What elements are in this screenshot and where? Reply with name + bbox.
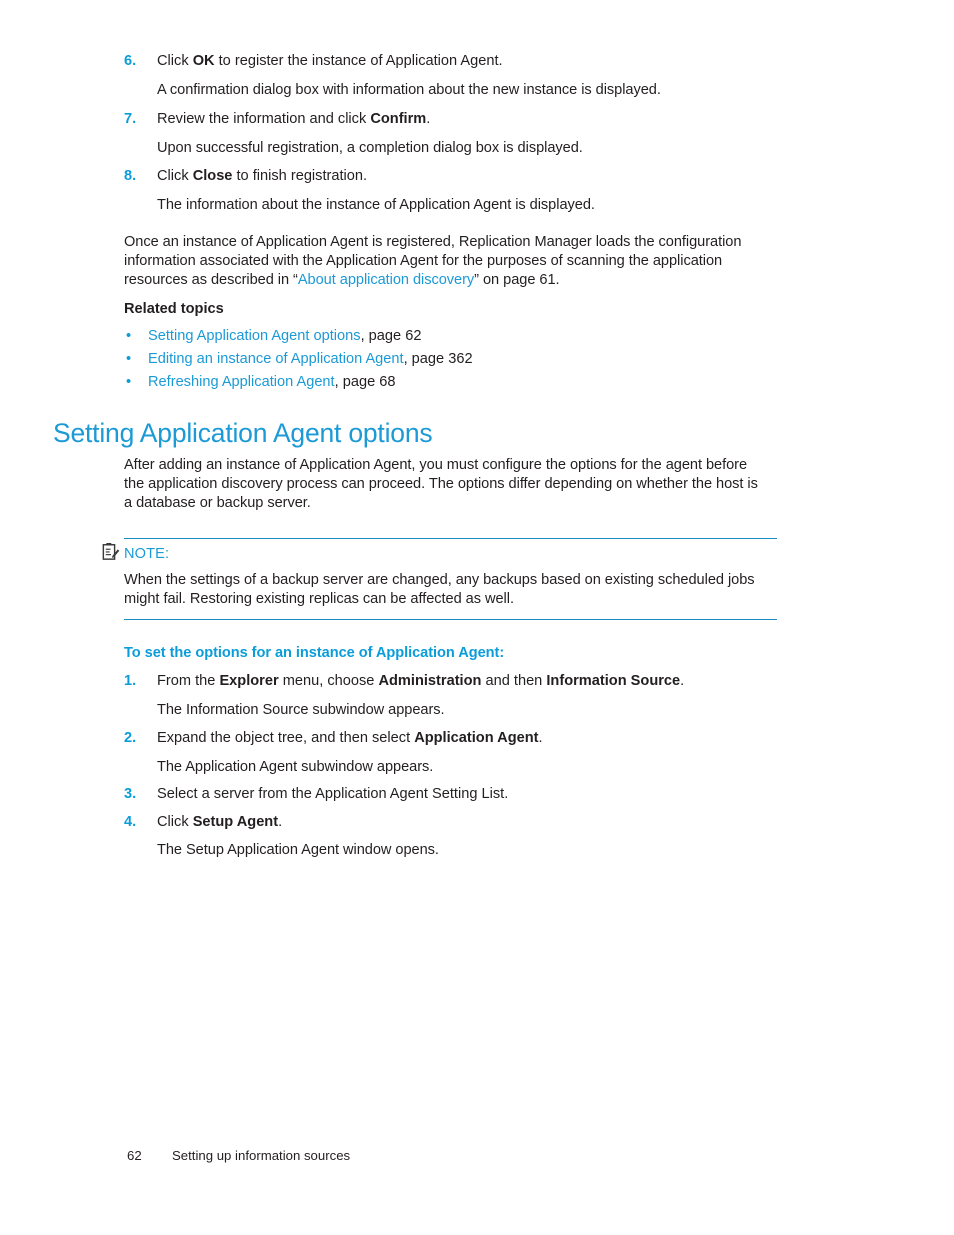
step-text-part: to register the instance of Application … (214, 53, 503, 69)
link-editing-an-instance-of-application-agent[interactable]: Editing an instance of Application Agent (148, 351, 404, 367)
step-text-bold: Administration (378, 673, 482, 689)
step-result: A confirmation dialog box with informati… (157, 82, 661, 98)
step-text-part: From the (157, 673, 220, 689)
link-setting-application-agent-options[interactable]: Setting Application Agent options (148, 328, 361, 344)
list-item-suffix: , page 68 (334, 374, 396, 390)
step-number: 7. (124, 111, 137, 127)
step-result: Upon successful registration, a completi… (157, 140, 583, 156)
intro-paragraph-line: resources as described in “About applica… (124, 271, 560, 290)
bullet-icon: • (126, 351, 132, 367)
step-text-part: Review the information and click (157, 111, 371, 127)
step-text-bold: Explorer (219, 673, 279, 689)
step-text-part: menu, choose (278, 673, 379, 689)
list-item-suffix: , page 362 (403, 351, 473, 367)
step-number: 4. (124, 814, 137, 830)
related-topics-heading: Related topics (124, 301, 224, 317)
note-bottom-divider (124, 619, 777, 620)
step-number: 3. (124, 786, 137, 802)
step-text-part: to finish registration. (232, 168, 368, 184)
footer-page-number: 62 (127, 1148, 142, 1163)
step-text-part: Click (157, 814, 193, 830)
note-top-divider (124, 538, 777, 539)
intro-text-part: resources as described in “ (124, 272, 298, 288)
list-item-content: Setting Application Agent options, page … (148, 327, 421, 346)
step-text-part: . (426, 111, 431, 127)
procedure-heading: To set the options for an instance of Ap… (124, 645, 505, 661)
intro-paragraph-line: information associated with the Applicat… (124, 253, 723, 269)
note-pencil-icon (102, 542, 120, 561)
link-about-application-discovery[interactable]: About application discovery (298, 272, 474, 288)
list-item-content: Refreshing Application Agent, page 68 (148, 373, 395, 392)
step-result: The Application Agent subwindow appears. (157, 759, 434, 775)
step-number: 8. (124, 168, 137, 184)
section-paragraph-line: the application discovery process can pr… (124, 476, 758, 492)
step-text-part: and then (481, 673, 547, 689)
step-number: 6. (124, 53, 137, 69)
step-text: From the Explorer menu, choose Administr… (157, 672, 684, 691)
link-refreshing-application-agent[interactable]: Refreshing Application Agent (148, 374, 335, 390)
step-result: The Setup Application Agent window opens… (157, 842, 439, 858)
step-text-part: . (538, 730, 543, 746)
section-paragraph-line: After adding an instance of Application … (124, 457, 748, 473)
note-text-line: When the settings of a backup server are… (124, 572, 755, 588)
step-text-part: Click (157, 53, 193, 69)
step-number: 2. (124, 730, 137, 746)
step-text-bold: Close (192, 168, 233, 184)
step-result: The Information Source subwindow appears… (157, 702, 445, 718)
step-text-bold: Application Agent (414, 730, 539, 746)
step-text: Review the information and click Confirm… (157, 110, 430, 129)
page-title: Setting Application Agent options (53, 418, 433, 448)
footer-title: Setting up information sources (172, 1148, 351, 1163)
step-text: Click Setup Agent. (157, 813, 282, 832)
note-label: NOTE: (124, 546, 170, 562)
step-result: The information about the instance of Ap… (157, 197, 595, 213)
step-text-bold: OK (192, 53, 215, 69)
step-text-part: Click (157, 168, 193, 184)
bullet-icon: • (126, 328, 132, 344)
step-text: Expand the object tree, and then select … (157, 729, 543, 748)
document-page: 6. Click OK to register the instance of … (0, 0, 954, 1235)
step-number: 1. (124, 673, 137, 689)
step-text-part: Select a server from the Application Age… (157, 786, 509, 802)
bullet-icon: • (126, 374, 132, 390)
intro-paragraph-line: Once an instance of Application Agent is… (124, 234, 742, 250)
intro-text-part: ” on page 61. (474, 272, 560, 288)
step-text: Click OK to register the instance of App… (157, 52, 503, 71)
note-text-line: might fail. Restoring existing replicas … (124, 591, 514, 607)
list-item-content: Editing an instance of Application Agent… (148, 350, 473, 369)
step-text-part: Expand the object tree, and then select (157, 730, 415, 746)
step-text-bold: Information Source (546, 673, 681, 689)
step-text: Select a server from the Application Age… (157, 785, 508, 804)
section-paragraph-line: a database or backup server. (124, 495, 311, 511)
list-item-suffix: , page 62 (360, 328, 422, 344)
step-text: Click Close to finish registration. (157, 167, 367, 186)
step-text-part: . (278, 814, 283, 830)
step-text-part: . (680, 673, 685, 689)
step-text-bold: Confirm (370, 111, 427, 127)
step-text-bold: Setup Agent (192, 814, 279, 830)
